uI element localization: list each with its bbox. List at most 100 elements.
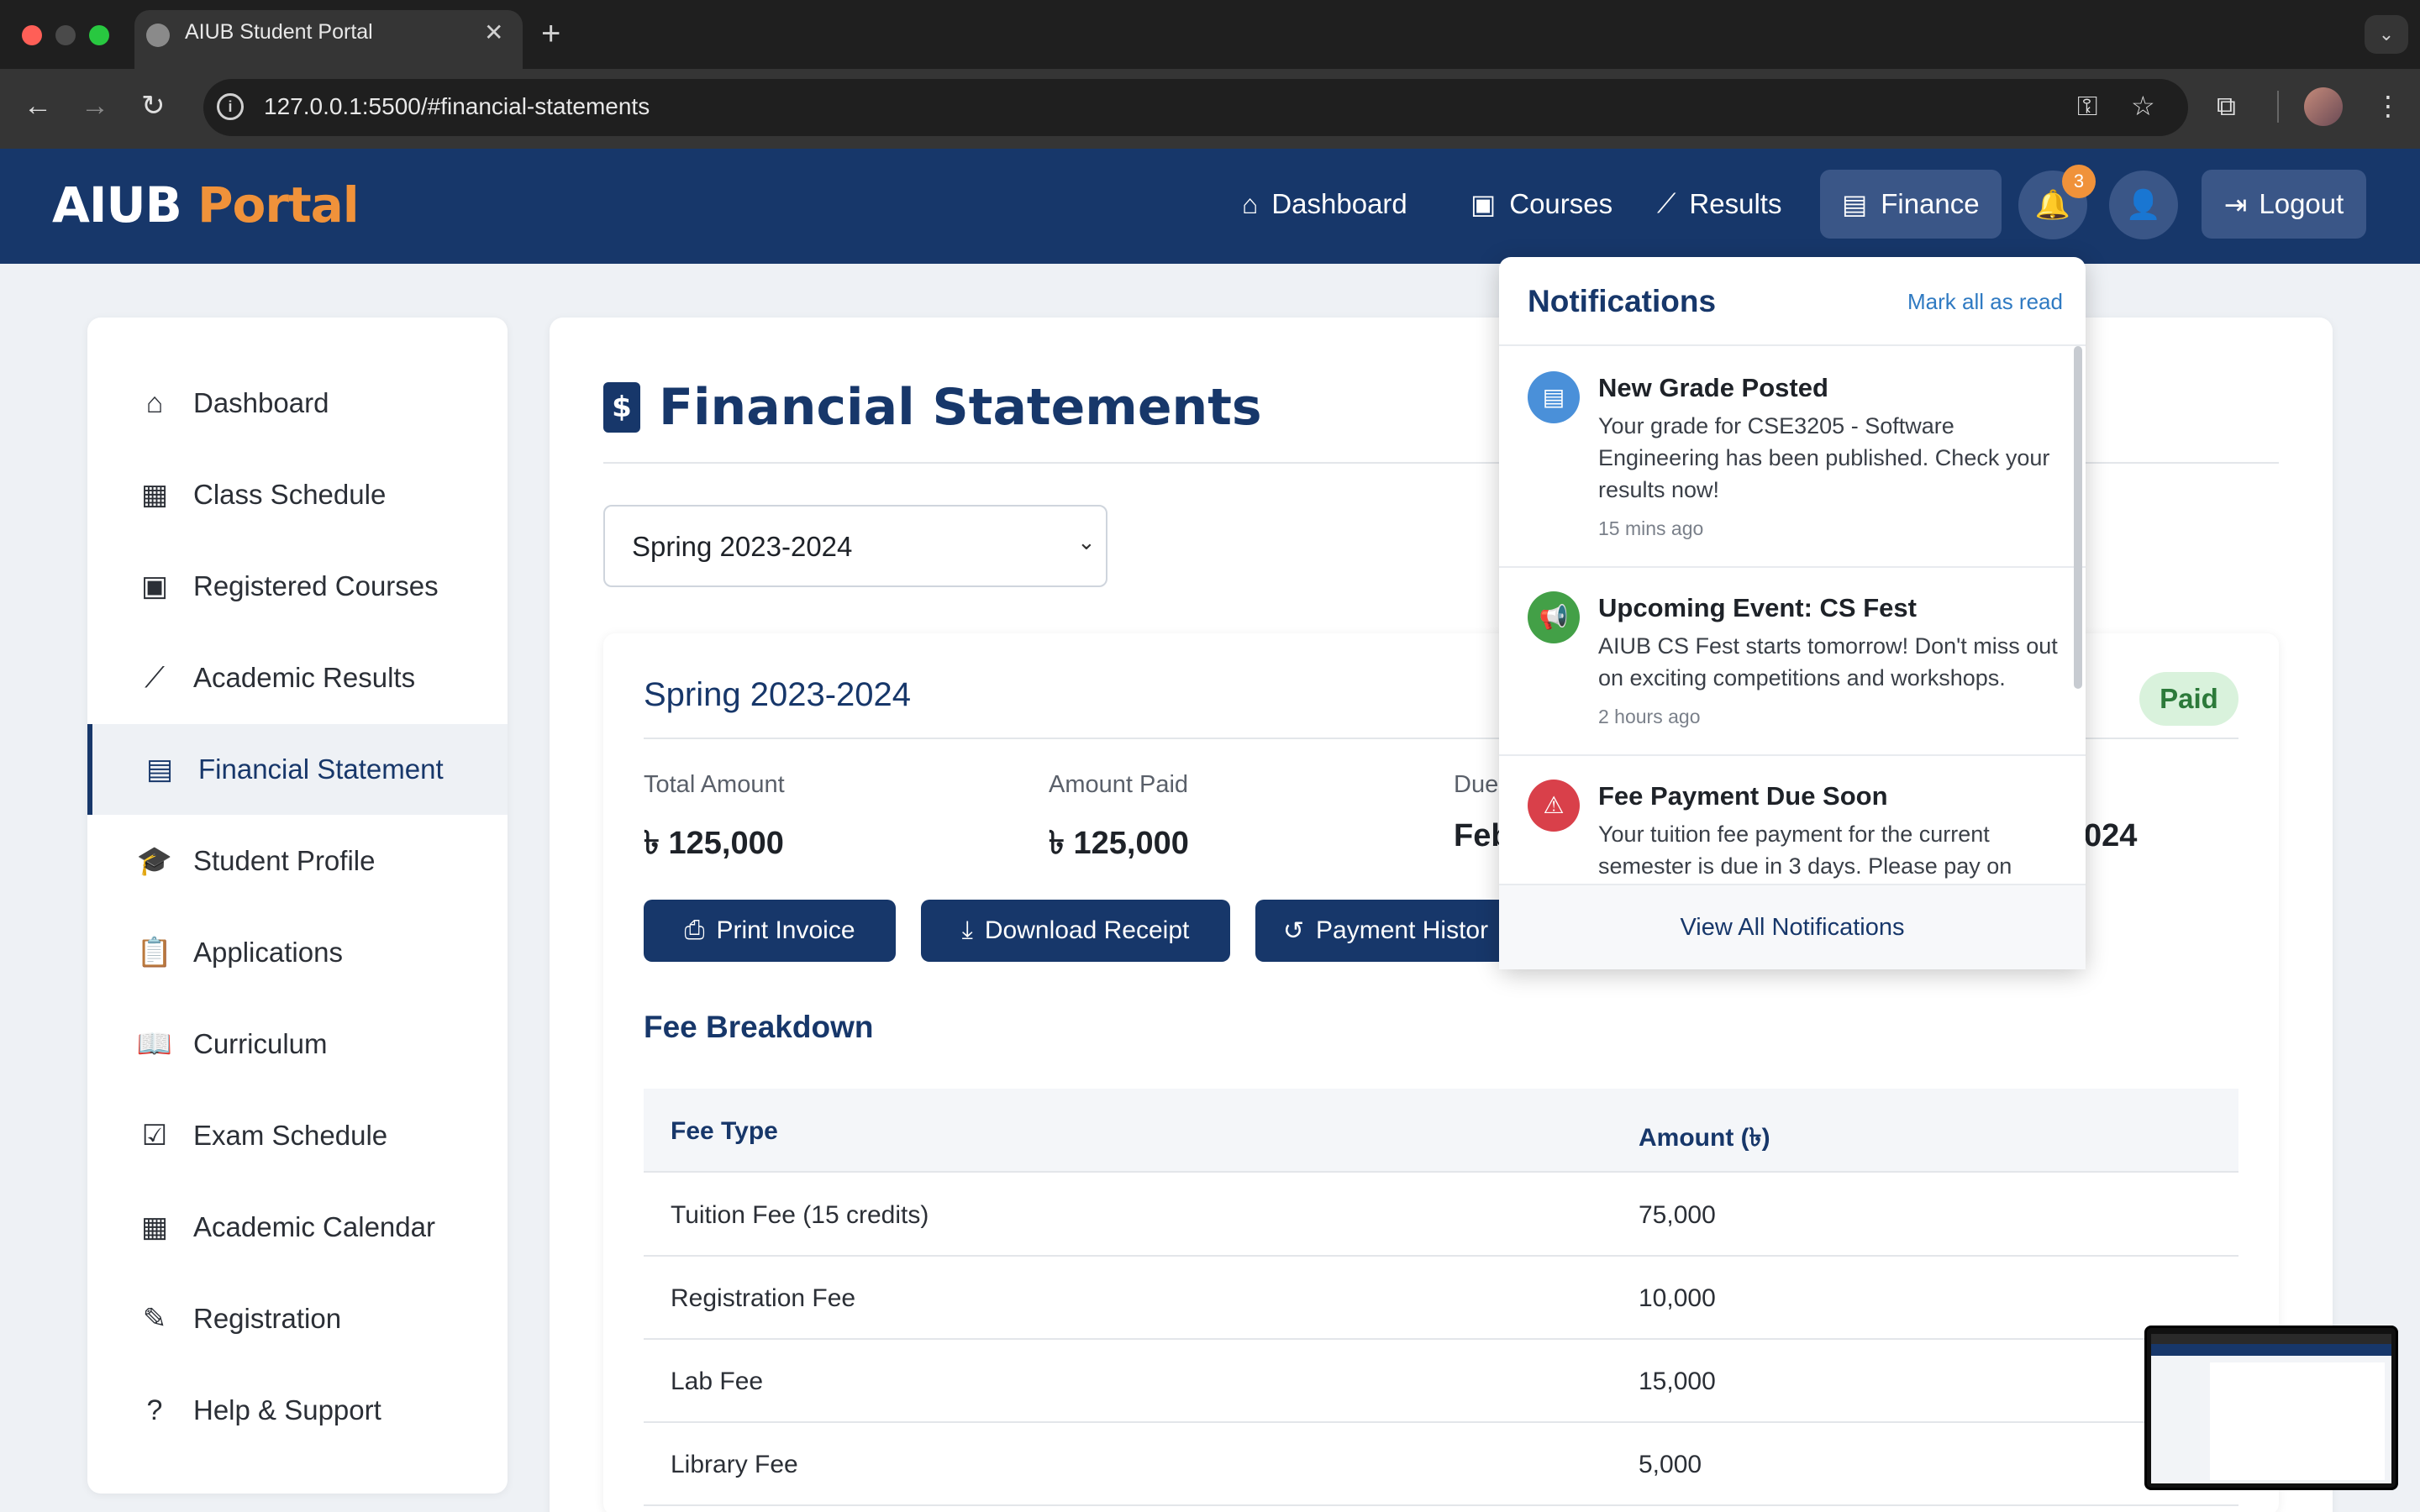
sidebar-item-applications[interactable]: 📋 Applications — [87, 907, 508, 998]
document-icon: ▤ — [1528, 371, 1580, 423]
minimize-window-button[interactable] — [55, 25, 76, 45]
amount-cell: 75,000 — [1639, 1201, 1716, 1229]
notification-body: AIUB CS Fest starts tomorrow! Don't miss… — [1598, 633, 2058, 690]
sidebar-item-financial-statement[interactable]: ▤ Financial Statement — [87, 724, 508, 815]
close-tab-icon[interactable]: ✕ — [484, 20, 503, 45]
download-icon: ⤓ — [961, 916, 973, 944]
sidebar-item-dashboard[interactable]: ⌂ Dashboard — [87, 358, 508, 449]
notifications-scrollbar[interactable] — [2074, 346, 2082, 689]
close-window-button[interactable] — [22, 25, 42, 45]
fee-type-cell: Tuition Fee (15 credits) — [671, 1201, 929, 1229]
fee-type-cell: Library Fee — [671, 1451, 798, 1478]
fee-breakdown-title: Fee Breakdown — [644, 1010, 874, 1044]
toolbar-divider — [2277, 91, 2279, 123]
portal-logo[interactable]: AIUB Portal — [52, 176, 360, 234]
sidebar-item-label: Academic Calendar — [193, 1211, 435, 1242]
sidebar-item-registered-courses[interactable]: ▣ Registered Courses — [87, 541, 508, 632]
sidebar-item-label: Registered Courses — [193, 570, 439, 601]
calendar-icon: ▦ — [140, 1211, 169, 1243]
page-title: $ Financial Statements — [603, 378, 1262, 437]
browser-menu-icon[interactable]: ⋮ — [2375, 91, 2402, 121]
chart-line-icon: ⟋ — [1657, 188, 1676, 218]
notifications-title: Notifications — [1528, 284, 1717, 318]
invoice-icon: ▤ — [1842, 189, 1868, 219]
sidebar-item-academic-results[interactable]: ⟋ Academic Results — [87, 633, 508, 723]
notification-title[interactable]: Upcoming Event: CS Fest — [1598, 593, 1917, 623]
status-badge: Paid — [2139, 672, 2238, 726]
logout-icon: ⇥ — [2223, 188, 2248, 220]
sidebar-item-exam-schedule[interactable]: ☑ Exam Schedule — [87, 1090, 508, 1181]
key-icon[interactable]: ⚿ — [2077, 91, 2097, 121]
row-divider — [644, 1338, 2238, 1340]
fee-type-cell: Registration Fee — [671, 1284, 856, 1312]
download-receipt-button[interactable]: ⤓ Download Receipt — [921, 900, 1230, 962]
sidebar-item-label: Exam Schedule — [193, 1120, 388, 1151]
sidebar-item-class-schedule[interactable]: ▦ Class Schedule — [87, 449, 508, 540]
warning-icon: ⚠ — [1528, 780, 1580, 832]
sidebar-item-registration[interactable]: ✎ Registration — [87, 1273, 508, 1364]
logout-button[interactable]: ⇥ Logout — [2202, 170, 2366, 239]
url-text[interactable]: 127.0.0.1:5500/#financial-statements — [264, 93, 650, 120]
notifications-divider — [1499, 884, 2086, 885]
sidebar-item-label: Class Schedule — [193, 479, 387, 510]
nav-dashboard[interactable]: ⌂ Dashboard — [1220, 170, 1429, 239]
amount-paid-label: Amount Paid — [1049, 771, 1189, 798]
megaphone-icon: 📢 — [1528, 591, 1580, 643]
tab-search-button[interactable]: ⌄ — [2365, 15, 2408, 54]
sidebar-item-academic-calendar[interactable]: ▦ Academic Calendar — [87, 1182, 508, 1273]
new-tab-button[interactable]: + — [541, 15, 560, 52]
forward-icon[interactable]: → — [81, 89, 109, 123]
clipboard-icon: 📋 — [136, 937, 173, 969]
thumbnail-browser-bar — [2151, 1334, 2391, 1344]
sidebar-item-label: Registration — [193, 1303, 342, 1334]
sidebar-item-help-support[interactable]: ? Help & Support — [87, 1365, 508, 1456]
sidebar-item-label: Curriculum — [193, 1028, 328, 1059]
row-divider — [644, 1171, 2238, 1173]
user-icon[interactable]: 👤 — [2109, 171, 2178, 239]
print-icon: ⎙ — [684, 916, 705, 944]
notifications-divider — [1499, 754, 2086, 756]
nav-results[interactable]: ⟋ Results — [1635, 170, 1803, 239]
nav-courses[interactable]: ▣ Courses — [1449, 170, 1634, 239]
sidebar-item-curriculum[interactable]: 📖 Curriculum — [87, 999, 508, 1089]
nav-finance[interactable]: ▤ Finance — [1820, 170, 2002, 239]
mark-all-read-link[interactable]: Mark all as read — [1907, 289, 2063, 315]
invoice-icon: ▤ — [145, 753, 174, 785]
reload-icon[interactable]: ↻ — [141, 89, 166, 123]
fee-type-cell: Lab Fee — [671, 1368, 764, 1395]
sidebar-item-student-profile[interactable]: 🎓 Student Profile — [87, 816, 508, 906]
nav-label: Dashboard — [1271, 188, 1407, 219]
bookmark-star-icon[interactable]: ☆ — [2131, 91, 2155, 121]
column-header-amount: Amount (৳) — [1639, 1124, 1770, 1152]
due-date-label: Due — [1454, 771, 1499, 798]
chart-line-icon: ⟋ — [145, 661, 165, 694]
open-book-icon: 📖 — [136, 1028, 173, 1060]
notification-title[interactable]: Fee Payment Due Soon — [1598, 781, 1888, 811]
thumbnail-app-header — [2151, 1344, 2391, 1356]
print-invoice-button[interactable]: ⎙ Print Invoice — [644, 900, 896, 962]
maximize-window-button[interactable] — [89, 25, 109, 45]
home-icon: ⌂ — [1242, 188, 1259, 219]
total-amount-value: ৳ 125,000 — [644, 826, 784, 861]
amount-cell: 15,000 — [1639, 1368, 1716, 1395]
notification-title[interactable]: New Grade Posted — [1598, 373, 1828, 403]
payment-history-button[interactable]: ↺ Payment Histor — [1255, 900, 1516, 962]
notification-time: 2 hours ago — [1598, 706, 1701, 727]
extensions-icon[interactable]: ⧉ — [2217, 91, 2236, 121]
back-icon[interactable]: ← — [24, 89, 52, 123]
tab-title: AIUB Student Portal — [185, 20, 373, 44]
sidebar-item-label: Academic Results — [193, 662, 416, 693]
amount-paid-value: ৳ 125,000 — [1049, 826, 1189, 861]
chevron-down-icon: ⌄ — [1077, 529, 1096, 554]
profile-avatar[interactable] — [2304, 87, 2343, 126]
sidebar-item-label: Student Profile — [193, 845, 376, 876]
notification-time: 15 mins ago — [1598, 517, 1704, 539]
book-icon: ▣ — [140, 570, 169, 602]
view-all-notifications-link[interactable]: View All Notifications — [1499, 914, 2086, 942]
nav-label: Finance — [1881, 188, 1980, 219]
site-info-icon[interactable]: i — [217, 93, 244, 120]
payment-date-value: 024 — [2084, 818, 2138, 853]
logout-label: Logout — [2259, 188, 2344, 219]
sidebar-item-label: Dashboard — [193, 387, 329, 418]
notification-body: Your tuition fee payment for the current… — [1598, 822, 2012, 879]
